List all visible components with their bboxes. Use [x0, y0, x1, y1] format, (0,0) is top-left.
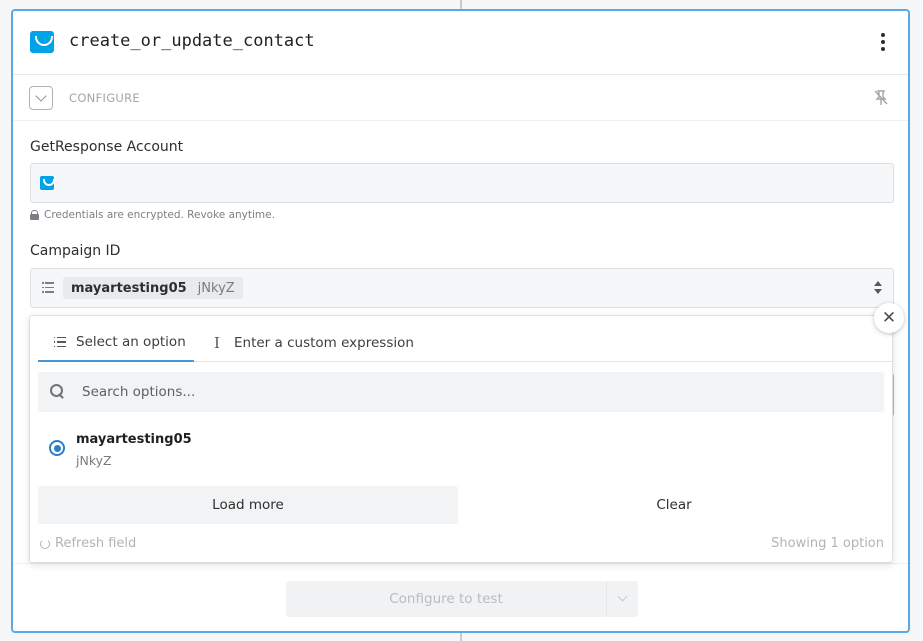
unpin-icon[interactable]: [872, 89, 890, 107]
list-icon: [42, 282, 54, 293]
tab-select-option[interactable]: Select an option: [38, 324, 194, 362]
campaign-select[interactable]: mayartesting05 jNkyZ: [30, 268, 894, 308]
step-title: create_or_update_contact: [69, 31, 315, 51]
search-box: [38, 372, 884, 412]
configure-to-test-button[interactable]: Configure to test: [286, 581, 606, 617]
campaign-field-label: Campaign ID: [30, 243, 121, 259]
section-label: CONFIGURE: [69, 91, 140, 105]
option-id: jNkyZ: [76, 453, 112, 468]
clear-button[interactable]: Clear: [464, 486, 884, 524]
chip-label: mayartesting05: [71, 280, 187, 296]
options-count: Showing 1 option: [771, 536, 884, 551]
account-select[interactable]: [30, 163, 894, 203]
tab-label: Enter a custom expression: [234, 335, 414, 351]
collapse-chevron-icon[interactable]: [29, 86, 53, 110]
account-field-label: GetResponse Account: [30, 139, 184, 155]
search-icon: [50, 384, 65, 399]
lock-icon: [30, 210, 39, 220]
footer-divider: [13, 563, 908, 564]
step-header: create_or_update_contact: [13, 11, 908, 75]
load-more-button[interactable]: Load more: [38, 486, 458, 524]
configure-section-header[interactable]: CONFIGURE: [13, 75, 908, 121]
credentials-note: Credentials are encrypted. Revoke anytim…: [30, 209, 275, 221]
more-vertical-icon[interactable]: [880, 33, 886, 51]
option-label: mayartesting05: [76, 432, 192, 447]
list-icon: [54, 337, 66, 348]
selected-chip: mayartesting05 jNkyZ: [63, 277, 243, 299]
chevron-down-icon[interactable]: [606, 581, 638, 617]
connector-line-bottom: [460, 633, 462, 641]
options-dropdown: Select an option I Enter a custom expres…: [29, 315, 894, 563]
credentials-note-text: Credentials are encrypted. Revoke anytim…: [44, 209, 275, 221]
list-item[interactable]: mayartesting05 jNkyZ: [38, 424, 884, 472]
text-cursor-icon: I: [214, 334, 220, 352]
chip-id: jNkyZ: [197, 280, 235, 296]
radio-selected-icon[interactable]: [49, 440, 65, 456]
refresh-label: Refresh field: [55, 536, 137, 551]
dropdown-tabs: Select an option I Enter a custom expres…: [38, 324, 894, 362]
close-icon[interactable]: ✕: [874, 303, 904, 333]
getresponse-logo-icon: [30, 31, 54, 53]
refresh-field-link[interactable]: Refresh field: [40, 536, 136, 551]
getresponse-logo-icon: [40, 176, 55, 190]
search-input[interactable]: [82, 372, 872, 412]
tab-label: Select an option: [76, 334, 186, 350]
refresh-icon: [40, 538, 50, 549]
tab-custom-expression[interactable]: I Enter a custom expression: [212, 324, 414, 362]
sort-arrows-icon: [874, 281, 883, 295]
